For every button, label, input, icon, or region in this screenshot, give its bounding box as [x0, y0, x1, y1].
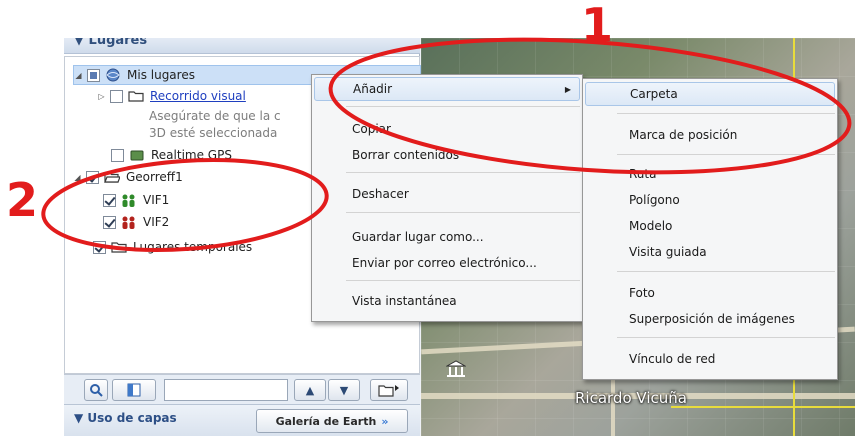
annotation-number-1: 1 — [581, 0, 614, 52]
annotation-number-2: 2 — [6, 173, 39, 227]
annotation-ellipse-2 — [41, 158, 329, 252]
annotation-overlay — [41, 37, 852, 252]
